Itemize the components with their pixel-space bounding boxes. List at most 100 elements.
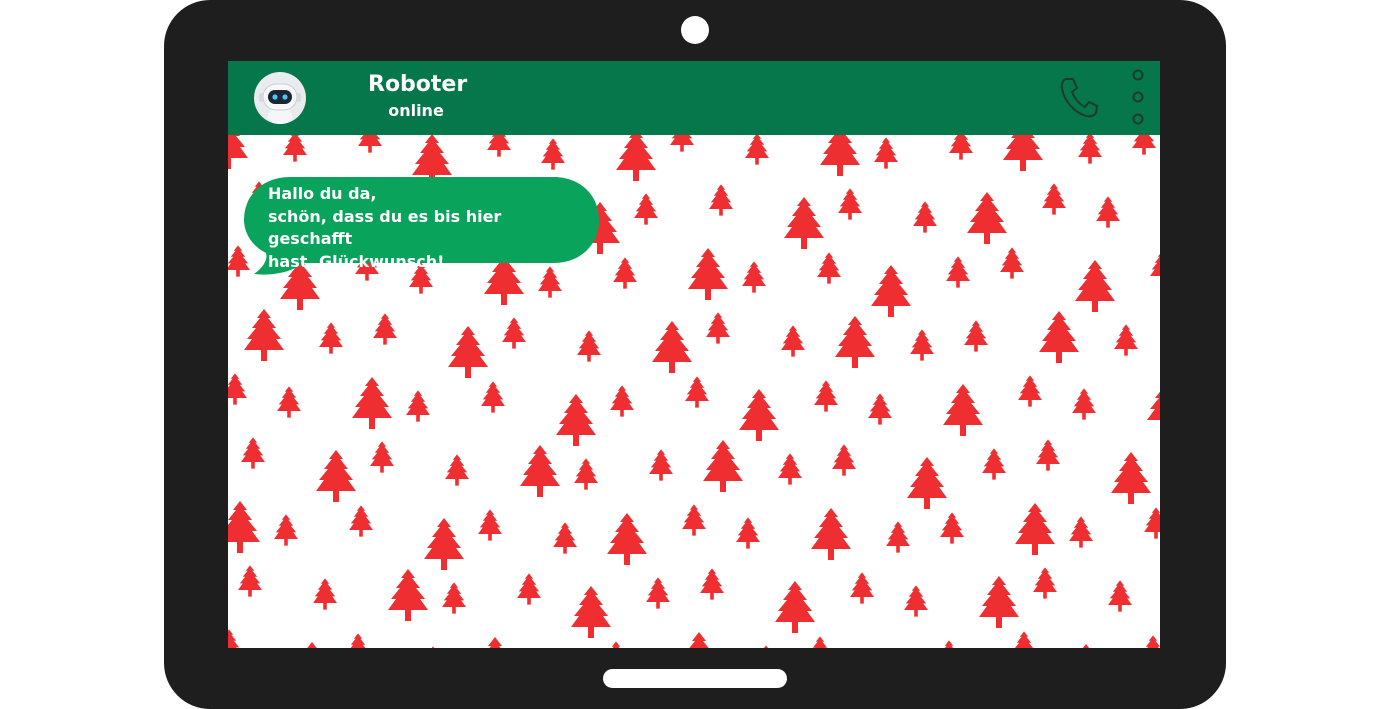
- tree-icon: [700, 568, 724, 600]
- tree-icon: [571, 586, 611, 638]
- tree-icon: [574, 458, 598, 490]
- tree-icon: [736, 517, 760, 549]
- tree-icon: [274, 514, 298, 546]
- tree-icon: [577, 330, 601, 362]
- tree-icon: [838, 188, 862, 220]
- tree-icon: [1108, 580, 1132, 612]
- tree-icon: [754, 645, 778, 648]
- contact-name: Roboter: [368, 72, 468, 97]
- tree-icon: [553, 522, 577, 554]
- tree-icon: [688, 248, 728, 300]
- tree-icon: [1132, 135, 1156, 155]
- robot-icon: [259, 83, 301, 124]
- chat-screen: Roboter online Hallo du da, schön, dass …: [228, 61, 1160, 648]
- tree-icon: [283, 135, 307, 162]
- tree-icon: [964, 320, 988, 352]
- tree-icon: [874, 137, 898, 169]
- tree-icon: [228, 135, 248, 169]
- tree-icon: [634, 193, 658, 225]
- tree-icon: [979, 576, 1019, 628]
- tree-icon: [502, 317, 526, 349]
- tree-icon: [1114, 324, 1138, 356]
- tree-icon: [832, 444, 856, 476]
- tree-icon: [1018, 375, 1042, 407]
- tree-icon: [358, 135, 382, 153]
- tree-icon: [1147, 379, 1160, 431]
- tree-icon: [346, 633, 370, 648]
- tree-icon: [1069, 516, 1093, 548]
- tree-icon: [649, 449, 673, 481]
- tree-icon: [1033, 567, 1057, 599]
- tree-icon: [778, 453, 802, 485]
- tree-icon: [1144, 507, 1160, 539]
- tree-icon: [670, 135, 694, 152]
- tree-icon: [424, 518, 464, 570]
- tree-icon: [556, 394, 596, 446]
- tree-icon: [946, 256, 970, 288]
- tree-icon: [943, 384, 983, 436]
- robot-avatar[interactable]: [254, 72, 306, 124]
- tree-icon: [1078, 135, 1102, 164]
- home-button[interactable]: [603, 669, 787, 688]
- tree-icon: [520, 445, 560, 497]
- tree-icon: [421, 646, 445, 648]
- tree-icon: [1096, 196, 1120, 228]
- tree-icon: [679, 632, 719, 648]
- tree-icon: [808, 636, 832, 648]
- tree-icon: [904, 585, 928, 617]
- tree-icon: [784, 197, 824, 249]
- tree-icon: [937, 640, 961, 648]
- tree-icon: [682, 504, 706, 536]
- tree-icon: [820, 135, 860, 176]
- tree-icon: [406, 390, 430, 422]
- tree-icon: [982, 448, 1006, 480]
- tree-icon: [1072, 388, 1096, 420]
- phone-icon[interactable]: [1058, 75, 1100, 119]
- tree-icon: [868, 393, 892, 425]
- tree-icon: [604, 641, 628, 648]
- tree-icon: [241, 437, 265, 469]
- more-vertical-icon[interactable]: [1130, 67, 1146, 127]
- tree-icon: [871, 265, 911, 317]
- tree-icon: [277, 386, 301, 418]
- tree-icon: [352, 377, 392, 429]
- tree-icon: [817, 252, 841, 284]
- tree-icon: [1015, 503, 1055, 555]
- tree-icon: [1000, 247, 1024, 279]
- tree-icon: [940, 512, 964, 544]
- tree-icon: [445, 454, 469, 486]
- tree-icon: [517, 573, 541, 605]
- tree-icon: [1036, 439, 1060, 471]
- tree-icon: [228, 501, 260, 553]
- tree-icon: [886, 521, 910, 553]
- tree-icon: [1150, 251, 1160, 283]
- tree-icon: [487, 135, 511, 157]
- tree-icon: [1111, 452, 1151, 504]
- tree-icon: [607, 513, 647, 565]
- tree-icon: [292, 642, 332, 648]
- tree-icon: [739, 389, 779, 441]
- tree-icon: [781, 325, 805, 357]
- tree-icon: [811, 508, 851, 560]
- tree-icon: [709, 184, 733, 216]
- message-text: Hallo du da, schön, dass du es bis hier …: [268, 184, 502, 271]
- tree-icon: [475, 637, 515, 648]
- tree-icon: [541, 138, 565, 170]
- tree-icon: [1141, 635, 1160, 648]
- tree-icon: [907, 457, 947, 509]
- tree-icon: [616, 135, 656, 181]
- tree-icon: [967, 192, 1007, 244]
- tree-icon: [313, 578, 337, 610]
- tree-icon: [228, 373, 247, 405]
- contact-status: online: [388, 101, 444, 120]
- tree-icon: [913, 201, 937, 233]
- tree-icon: [910, 329, 934, 361]
- tree-icon: [370, 441, 394, 473]
- tree-icon: [1042, 183, 1066, 215]
- tree-icon: [742, 261, 766, 293]
- tree-icon: [481, 381, 505, 413]
- tree-icon: [1075, 260, 1115, 312]
- tree-icon: [1003, 135, 1043, 171]
- chat-header: Roboter online: [228, 61, 1160, 135]
- tree-icon: [850, 572, 874, 604]
